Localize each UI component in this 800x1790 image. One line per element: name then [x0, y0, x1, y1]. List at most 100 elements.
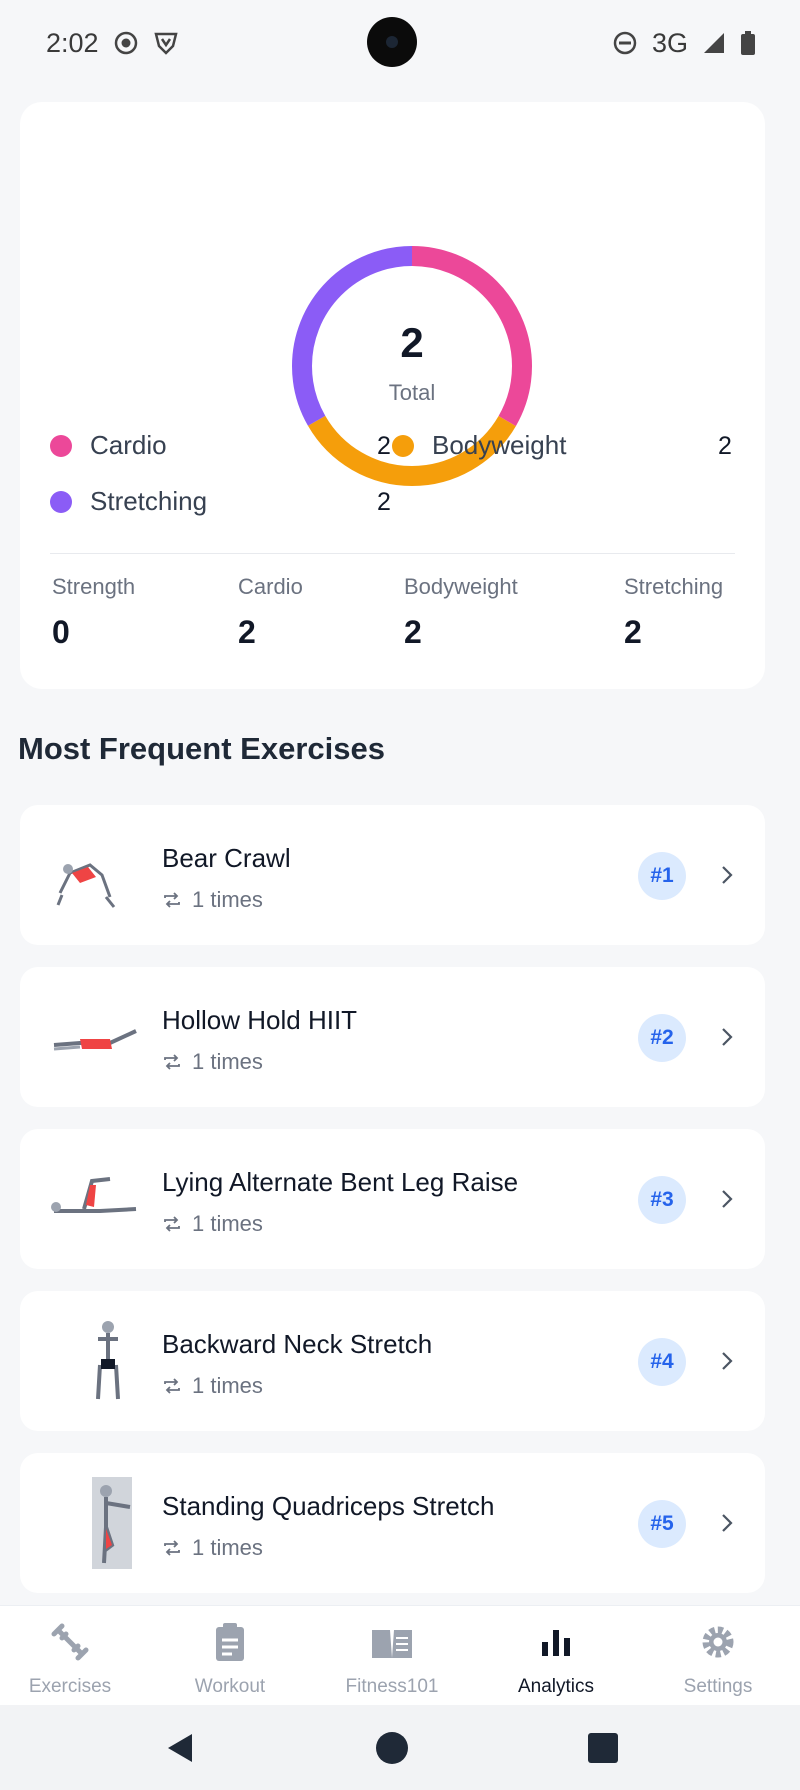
- quad-stretch-illustration: [92, 1477, 132, 1569]
- gear-icon: [702, 1626, 734, 1658]
- stat-value: 2: [404, 614, 422, 650]
- chevron-right-icon: [722, 1190, 733, 1208]
- network-type: 3G: [651, 27, 688, 58]
- legend-count-cardio: 2: [377, 432, 391, 460]
- bottom-navigation: Exercises Workout Fitness101 Analytics S…: [0, 1605, 800, 1705]
- nav-tab-analytics[interactable]: Analytics: [486, 1606, 626, 1706]
- legend-item-stretching: Stretching: [50, 486, 207, 517]
- nav-tab-fitness101[interactable]: Fitness101: [322, 1606, 462, 1706]
- stat-value: 0: [52, 614, 70, 650]
- exercise-name: Lying Alternate Bent Leg Raise: [162, 1167, 519, 1197]
- stat-bodyweight: Bodyweight 2: [404, 574, 518, 651]
- nav-tab-workout[interactable]: Workout: [160, 1606, 300, 1706]
- neck-stretch-illustration: [96, 1321, 120, 1400]
- nav-label: Settings: [683, 1676, 753, 1697]
- book-icon: [372, 1630, 412, 1658]
- exercise-row[interactable]: Backward Neck Stretch 1 times #4: [20, 1291, 765, 1431]
- exercise-count: 1 times: [162, 1535, 263, 1561]
- legend-dot-bodyweight: [392, 434, 414, 457]
- exercise-name: Standing Quadriceps Stretch: [162, 1491, 495, 1521]
- exercise-row[interactable]: Hollow Hold HIIT 1 times #2: [20, 967, 765, 1107]
- legend-dot-stretching: [50, 490, 72, 513]
- legend-dot-cardio: [50, 434, 72, 457]
- stat-value: 2: [624, 614, 642, 650]
- exercise-times: 1 times: [192, 1373, 263, 1398]
- do-not-disturb-icon: [613, 31, 637, 55]
- record-icon: [114, 31, 137, 55]
- nav-label: Analytics: [517, 1676, 595, 1697]
- status-time: 2:02: [46, 27, 99, 58]
- repeat-icon: [164, 1054, 180, 1070]
- stat-stretching: Stretching 2: [624, 574, 723, 651]
- exercise-row[interactable]: Bear Crawl 1 times #1: [20, 805, 765, 945]
- system-navigation-bar: [0, 1705, 800, 1790]
- chevron-right-icon: [722, 1514, 733, 1532]
- chevron-right-icon: [722, 1352, 733, 1370]
- recents-icon[interactable]: [587, 1732, 619, 1764]
- exercise-count: 1 times: [162, 1211, 263, 1237]
- exercise-times: 1 times: [192, 1049, 263, 1074]
- nav-tab-exercises[interactable]: Exercises: [0, 1606, 140, 1706]
- back-icon[interactable]: [164, 1731, 198, 1765]
- dumbbell-icon: [51, 1623, 89, 1661]
- signal-icon: [704, 33, 724, 53]
- stat-label: Stretching: [624, 574, 724, 599]
- summary-card: 2 Total Cardio 2 Bodyweight 2 Stretching…: [20, 102, 765, 689]
- stat-label: Bodyweight: [404, 574, 518, 599]
- donut-total-label: Total: [388, 380, 436, 405]
- legend-count-stretching: 2: [377, 488, 391, 516]
- legend-label: Stretching: [90, 486, 208, 516]
- leg-raise-illustration: [51, 1177, 137, 1213]
- stat-cardio: Cardio 2: [238, 574, 303, 651]
- stat-value: 2: [238, 614, 256, 650]
- exercise-count: 1 times: [162, 1373, 263, 1399]
- stat-strength: Strength 0: [52, 574, 135, 651]
- repeat-icon: [164, 1378, 180, 1394]
- hollow-hold-illustration: [53, 1029, 137, 1051]
- stat-label: Cardio: [238, 574, 303, 599]
- exercise-name: Bear Crawl: [162, 843, 291, 873]
- nav-tab-settings[interactable]: Settings: [648, 1606, 788, 1706]
- donut-center: 2 Total: [292, 322, 532, 406]
- exercise-row[interactable]: Lying Alternate Bent Leg Raise 1 times #…: [20, 1129, 765, 1269]
- exercise-count: 1 times: [162, 887, 263, 913]
- repeat-icon: [164, 1540, 180, 1556]
- battery-icon: [741, 31, 755, 55]
- home-icon[interactable]: [375, 1731, 409, 1765]
- nav-label: Fitness101: [345, 1676, 439, 1697]
- chevron-right-icon: [722, 1028, 733, 1046]
- exercise-count: 1 times: [162, 1049, 263, 1075]
- bear-crawl-illustration: [56, 863, 116, 908]
- chevron-right-icon: [722, 866, 733, 884]
- exercise-row[interactable]: Standing Quadriceps Stretch 1 times #5: [20, 1453, 765, 1593]
- legend-count-bodyweight: 2: [718, 432, 732, 460]
- repeat-icon: [164, 1216, 180, 1232]
- stat-label: Strength: [52, 574, 136, 599]
- bar-chart-icon: [542, 1630, 570, 1656]
- exercise-times: 1 times: [192, 1211, 263, 1236]
- exercise-name: Backward Neck Stretch: [162, 1329, 433, 1359]
- exercise-times: 1 times: [192, 1535, 263, 1560]
- rank-badge: #4: [638, 1338, 686, 1386]
- rank-badge: #1: [638, 852, 686, 900]
- donut-total-value: 2: [400, 319, 424, 366]
- divider: [50, 553, 735, 554]
- vpn-shield-icon: [153, 32, 178, 55]
- clipboard-icon: [216, 1623, 244, 1661]
- status-right: 3G: [612, 28, 756, 59]
- rank-badge: #2: [638, 1014, 686, 1062]
- repeat-icon: [164, 892, 180, 908]
- legend-label: Bodyweight: [432, 430, 567, 460]
- legend-item-cardio: Cardio: [50, 430, 167, 461]
- nav-label: Workout: [194, 1676, 266, 1697]
- rank-badge: #3: [638, 1176, 686, 1224]
- front-camera: [367, 17, 417, 67]
- legend-item-bodyweight: Bodyweight: [392, 430, 566, 461]
- legend-label: Cardio: [90, 430, 167, 460]
- rank-badge: #5: [638, 1500, 686, 1548]
- status-left: 2:02: [46, 28, 179, 59]
- exercise-name: Hollow Hold HIIT: [162, 1005, 358, 1035]
- nav-label: Exercises: [28, 1676, 112, 1697]
- section-title: Most Frequent Exercises: [18, 731, 385, 766]
- exercise-times: 1 times: [192, 887, 263, 912]
